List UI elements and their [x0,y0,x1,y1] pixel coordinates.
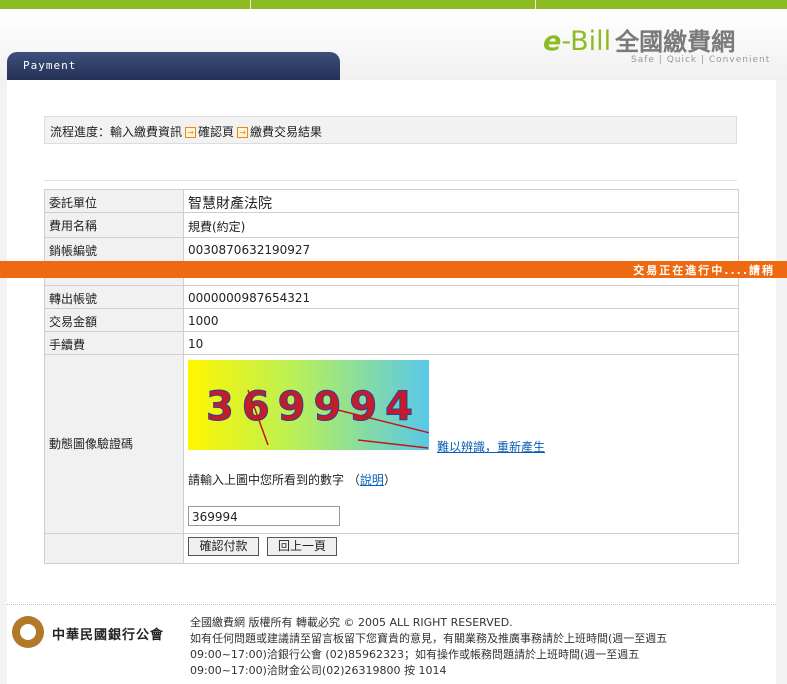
footer-copyright: 全國繳費網 版權所有 轉載必究 © 2005 ALL RIGHT RESERVE… [190,616,513,629]
form-row-amount: 交易金額 1000 [45,308,738,331]
logo-chinese-name: 全國繳費網 [615,28,736,56]
help-link[interactable]: 說明 [360,473,384,487]
confirm-payment-button[interactable]: 確認付款 [188,537,259,556]
progress-step-result: 繳費交易結果 [250,125,323,139]
form-row-handling-fee: 手續費 10 [45,331,738,354]
captcha-input[interactable]: 369994 [188,506,340,526]
captcha-image: 369994 [188,360,429,450]
bank-association-name: 中華民國銀行公會 [52,628,165,643]
account-value: 0030870632190927 [188,243,311,257]
footer-text: 全國繳費網 版權所有 轉載必究 © 2005 ALL RIGHT RESERVE… [190,615,750,679]
footer-divider [7,604,776,605]
payment-tab-label: Payment [23,59,77,72]
progress-step-input: 輸入繳費資訊 [110,125,183,139]
processing-banner: 交易正在進行中....請稍 [0,261,787,278]
form-row-fee: 費用名稱 規費(約定) [45,212,738,237]
progress-steps: 流程進度：輸入繳費資訊 → 確認頁 → 繳費交易結果 [44,116,737,144]
captcha-graphic: 369994 [206,384,429,449]
transfer-label: 轉出帳號 [49,292,98,306]
logo-tagline: Safe | Quick | Convenient [631,55,771,65]
fee-label: 費用名稱 [49,219,98,233]
footer-contact-3: 09:00~17:00)洽財金公司(02)26319800 按 1014 [190,664,447,677]
amount-value: 1000 [188,314,219,328]
form-row-agency: 委託單位 智慧財產法院 [45,190,738,212]
bank-association-logo-icon [12,616,44,648]
divider [44,180,737,181]
logo-e: e [543,26,562,57]
agency-label: 委託單位 [49,196,98,210]
footer-contact-1: 如有任何問題或建議請至留言板留下您寶貴的意見，有關業務及推廣事務請於上班時間(週… [190,632,668,645]
orange-arrow-icon: → [237,127,249,138]
payment-tab: Payment [7,52,340,80]
ebill-logo[interactable]: e-Bill 全國繳費網 [543,22,735,57]
captcha-label: 動態圖像驗證碼 [49,437,134,451]
processing-text: 交易正在進行中....請稍 [633,264,775,277]
handling-fee-value: 10 [188,337,204,351]
logo-bill: -Bill [561,26,612,57]
transfer-value: 0000000987654321 [188,291,311,305]
amount-label: 交易金額 [49,315,98,329]
progress-prefix: 流程進度： [50,125,111,139]
form-row-actions: 確認付款 回上一頁 [45,533,738,563]
progress-step-confirm: 確認頁 [198,125,235,139]
form-row-transfer: 轉出帳號 0000000987654321 [45,285,738,308]
payment-form: 委託單位 智慧財產法院 費用名稱 規費(約定) 銷帳編號 00308706321… [44,189,739,564]
account-label: 銷帳編號 [49,244,98,258]
regenerate-captcha-link[interactable]: 難以辨識，重新產生 [437,438,545,455]
back-button[interactable]: 回上一頁 [267,537,337,556]
orange-arrow-icon: → [185,127,197,138]
footer-contact-2: 09:00~17:00)洽銀行公會 (02)85962323；如有操作或帳務問題… [190,648,640,661]
form-row-captcha: 動態圖像驗證碼 369994 難以辨識，重新產生 請輸入上圖中您所看到的數字 （… [45,354,738,533]
handling-fee-label: 手續費 [49,338,86,352]
top-accent-strip [0,0,787,9]
agency-value: 智慧財產法院 [188,196,272,212]
captcha-hint: 請輸入上圖中您所看到的數字 （說明） [188,473,396,487]
fee-value: 規費(約定) [188,220,246,234]
